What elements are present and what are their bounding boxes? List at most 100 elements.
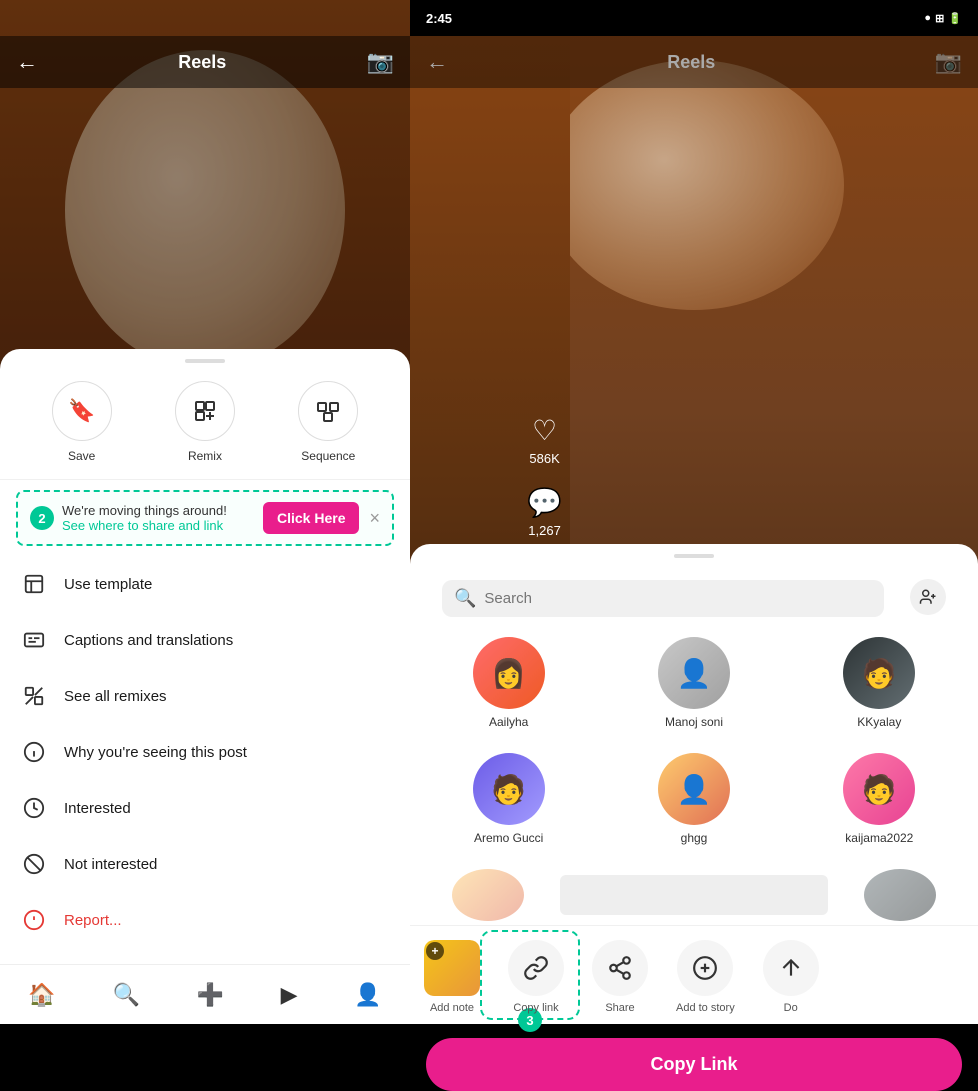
bowl-image-right [544, 60, 844, 310]
copy-link-big-button[interactable]: Copy Link [426, 1038, 962, 1091]
profile-nav[interactable]: 👤 [354, 982, 381, 1008]
banner-line2: See where to share and link [62, 518, 227, 533]
search-nav[interactable]: 🔍 [112, 982, 139, 1008]
like-count: 586K [529, 451, 559, 466]
search-input[interactable] [484, 590, 872, 607]
banner-close-icon[interactable]: × [369, 508, 380, 529]
contact-aailyha[interactable]: 👩 Aailyha [418, 627, 599, 739]
save-label: Save [68, 449, 95, 463]
not-interested-item[interactable]: Not interested [0, 836, 410, 892]
report-item[interactable]: Report... [0, 892, 410, 948]
copy-link-icon [508, 940, 564, 996]
interested-icon [20, 794, 48, 822]
reels-nav[interactable]: ▶ [281, 982, 298, 1008]
contact-kkyalay[interactable]: 🧑 KKyalay [789, 627, 970, 739]
add-to-story-icon [677, 940, 733, 996]
add-icon: + [426, 942, 444, 960]
add-to-story-label: Add to story [676, 1002, 735, 1014]
partial-contacts-row [410, 865, 978, 925]
contact-kaijama[interactable]: 🧑 kaijama2022 [789, 743, 970, 855]
share-actions-row: + Add note Copy link [410, 934, 978, 1020]
banner-click-here-button[interactable]: Click Here [263, 502, 359, 534]
do-label: Do [784, 1002, 798, 1014]
contact-name-manoj: Manoj soni [665, 715, 723, 729]
contact-name-aremo: Aremo Gucci [474, 831, 543, 845]
contact-manoj[interactable]: 👤 Manoj soni [603, 627, 784, 739]
avatar-kkyalay: 🧑 [843, 637, 915, 709]
captions-label: Captions and translations [64, 632, 233, 649]
search-bar[interactable]: 🔍 [442, 580, 884, 617]
search-icon: 🔍 [454, 588, 476, 609]
copy-link-label: Copy link [513, 1002, 558, 1014]
add-person-button[interactable] [910, 579, 946, 615]
sheet-top-actions: 🔖 Save Remix [0, 371, 410, 480]
save-action[interactable]: 🔖 Save [52, 381, 112, 463]
create-nav[interactable]: ➕ [197, 982, 224, 1008]
avatar-aailyha: 👩 [473, 637, 545, 709]
see-all-remixes-label: See all remixes [64, 688, 167, 705]
share-actions-container: 3 + Add note [410, 925, 978, 1028]
report-icon [20, 906, 48, 934]
camera-icon-left[interactable]: 📷 [367, 49, 394, 75]
comment-count: 1,267 [528, 523, 561, 538]
search-row: 🔍 [426, 566, 962, 627]
status-icons-right: ● ⊞ 🔋 [924, 12, 962, 25]
contact-aremo[interactable]: 🧑 Aremo Gucci [418, 743, 599, 855]
sequence-label: Sequence [301, 449, 355, 463]
contact-name-aailyha: Aailyha [489, 715, 528, 729]
why-seeing-label: Why you're seeing this post [64, 744, 247, 761]
use-template-label: Use template [64, 576, 152, 593]
comment-action[interactable]: 💬 1,267 [527, 486, 562, 538]
nav-bar-right: ← Reels 📷 [410, 36, 978, 88]
contact-name-ghgg: ghgg [681, 831, 708, 845]
remixes-icon [20, 682, 48, 710]
contacts-grid: 👩 Aailyha 👤 Manoj soni 🧑 KKyalay 🧑 [410, 627, 978, 855]
camera-icon-right[interactable]: 📷 [935, 49, 962, 75]
time-right: 2:45 [426, 11, 452, 26]
back-button-left[interactable]: ← [16, 49, 38, 75]
why-seeing-item[interactable]: Why you're seeing this post [0, 724, 410, 780]
info-icon [20, 738, 48, 766]
sheet-handle-right [674, 554, 714, 558]
nav-title-right: Reels [667, 52, 715, 73]
comment-icon: 💬 [527, 486, 562, 519]
contact-name-kkyalay: KKyalay [857, 715, 901, 729]
report-label: Report... [64, 912, 122, 929]
avatar-aremo: 🧑 [473, 753, 545, 825]
not-interested-label: Not interested [64, 856, 157, 873]
add-note-label: Add note [430, 1002, 474, 1014]
moving-banner: 2 We're moving things around! See where … [16, 490, 394, 546]
use-template-icon [20, 570, 48, 598]
do-icon [763, 940, 819, 996]
partial-avatar-1 [452, 869, 524, 921]
remix-action[interactable]: Remix [175, 381, 235, 463]
add-to-story-action[interactable]: Add to story [662, 934, 749, 1020]
share-label: Share [605, 1002, 634, 1014]
sequence-icon [298, 381, 358, 441]
share-sheet: 🔍 👩 Aailyha 👤 [410, 544, 978, 1024]
add-note-icon: + [424, 940, 480, 996]
do-action[interactable]: Do [749, 934, 833, 1020]
status-bar-right: 2:45 ● ⊞ 🔋 [410, 0, 978, 36]
sheet-handle [185, 359, 225, 363]
see-all-remixes-item[interactable]: See all remixes [0, 668, 410, 724]
copy-link-action[interactable]: Copy link [494, 934, 578, 1020]
back-button-right[interactable]: ← [426, 49, 448, 75]
banner-line1: We're moving things around! [62, 503, 227, 518]
save-icon: 🔖 [52, 381, 112, 441]
sequence-action[interactable]: Sequence [298, 381, 358, 463]
share-action-item[interactable]: Share [578, 934, 662, 1020]
use-template-item[interactable]: Use template [0, 556, 410, 612]
home-nav[interactable]: 🏠 [28, 982, 55, 1008]
avatar-manoj: 👤 [658, 637, 730, 709]
bottom-nav: 🏠 🔍 ➕ ▶ 👤 [0, 964, 410, 1024]
step-2-badge: 2 [30, 506, 54, 530]
contact-name-kaijama: kaijama2022 [845, 831, 913, 845]
contact-ghgg[interactable]: 👤 ghgg [603, 743, 784, 855]
interested-label: Interested [64, 800, 131, 817]
share-icon [592, 940, 648, 996]
interested-item[interactable]: Interested [0, 780, 410, 836]
captions-item[interactable]: Captions and translations [0, 612, 410, 668]
like-action[interactable]: ♡ 586K [529, 414, 559, 466]
avatar-kaijama: 🧑 [843, 753, 915, 825]
